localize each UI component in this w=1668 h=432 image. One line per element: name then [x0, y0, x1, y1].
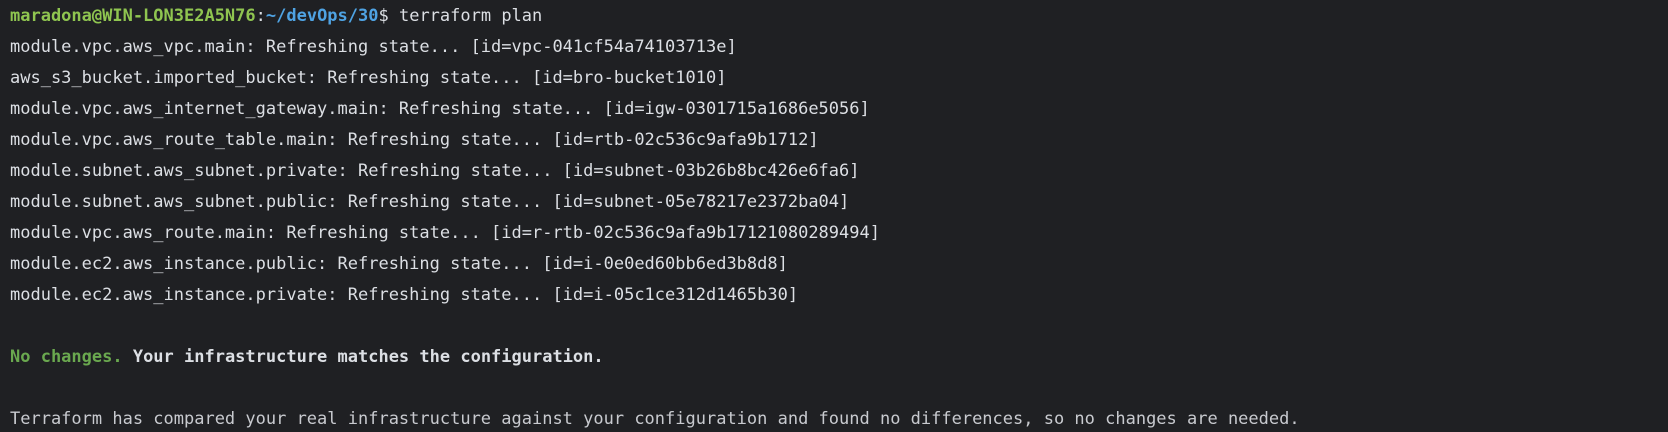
detail-line: Terraform has compared your real infrast…	[10, 409, 1300, 429]
summary-message: Your infrastructure matches the configur…	[122, 347, 604, 367]
output-line: aws_s3_bucket.imported_bucket: Refreshin…	[10, 68, 727, 88]
status-no-changes: No changes.	[10, 347, 123, 367]
output-line: module.ec2.aws_instance.public: Refreshi…	[10, 254, 788, 274]
prompt-path: ~/devOps/30	[265, 6, 379, 26]
output-line: module.vpc.aws_internet_gateway.main: Re…	[10, 99, 870, 119]
command-text: terraform plan	[388, 6, 543, 26]
output-line: module.vpc.aws_route_table.main: Refresh…	[10, 130, 819, 150]
prompt-user-host: maradona@WIN-LON3E2A5N76	[10, 6, 256, 26]
prompt-colon: :	[255, 6, 266, 26]
output-line: module.vpc.aws_route.main: Refreshing st…	[10, 223, 880, 243]
output-line: module.subnet.aws_subnet.public: Refresh…	[10, 192, 850, 212]
prompt-dollar: $	[378, 6, 389, 26]
output-line: module.subnet.aws_subnet.private: Refres…	[10, 161, 860, 181]
output-line: module.ec2.aws_instance.private: Refresh…	[10, 285, 799, 305]
output-line: module.vpc.aws_vpc.main: Refreshing stat…	[10, 37, 737, 57]
prompt-line: maradona@WIN-LON3E2A5N76:~/devOps/30$ te…	[10, 1, 1668, 32]
summary-line: No changes. Your infrastructure matches …	[10, 342, 1668, 373]
terminal-window[interactable]: maradona@WIN-LON3E2A5N76:~/devOps/30$ te…	[0, 0, 1668, 432]
